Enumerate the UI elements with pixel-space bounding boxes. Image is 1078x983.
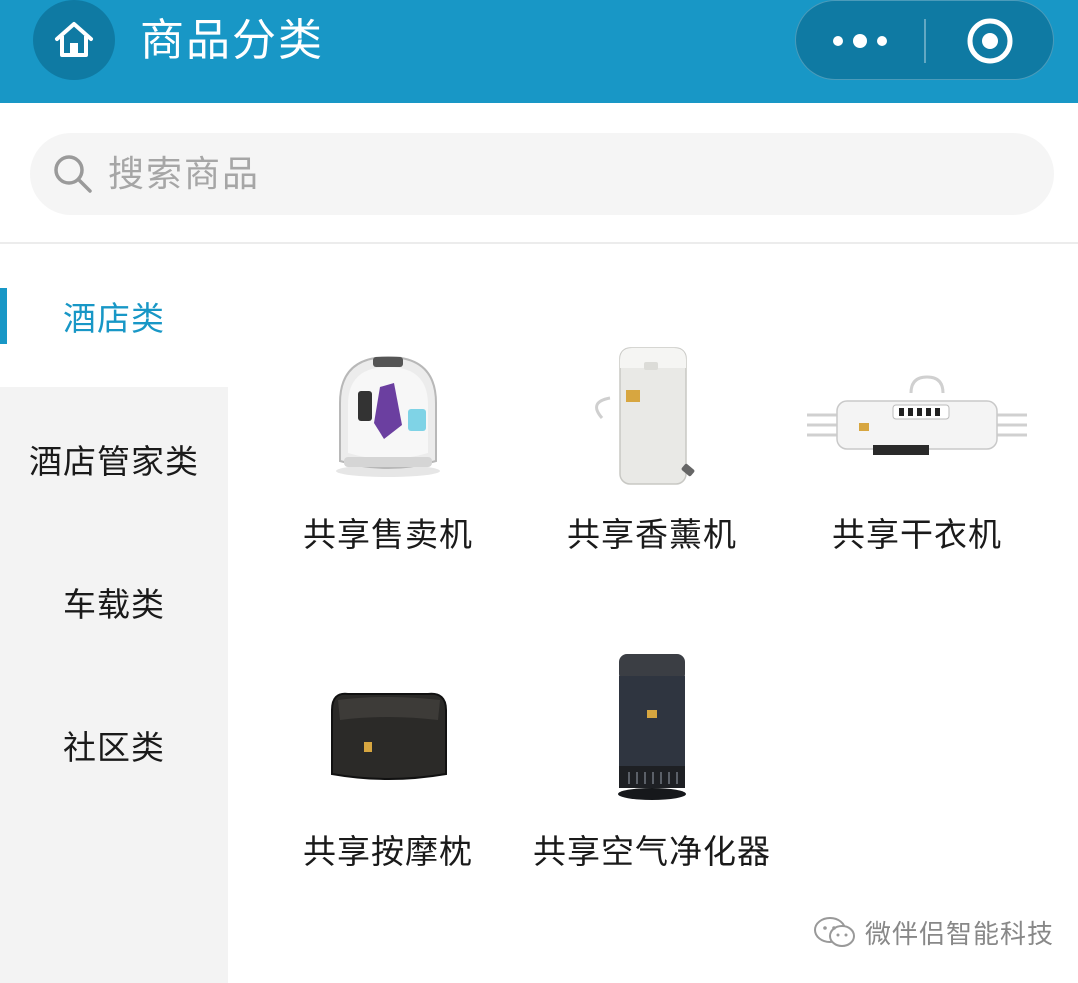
watermark: 微伴侣智能科技 (813, 914, 1054, 951)
massage-pillow-image (278, 650, 498, 810)
more-dots-icon (833, 36, 843, 46)
sidebar-item-hotel-butler[interactable]: 酒店管家类 (0, 387, 228, 530)
product-name: 共享按摩枕 (303, 832, 473, 871)
sidebar-item-label: 酒店管家类 (29, 441, 199, 481)
sidebar-item-label: 酒店类 (63, 298, 165, 338)
product-card[interactable]: 共享售卖机 (268, 333, 508, 555)
mini-program-close-icon (967, 18, 1013, 64)
sidebar-item-vehicle[interactable]: 车载类 (0, 530, 228, 673)
watermark-text: 微伴侣智能科技 (865, 920, 1055, 950)
search-area: 搜索商品 (0, 103, 1078, 243)
header-bar: 商品分类 (0, 0, 1078, 103)
sidebar-item-community[interactable]: 社区类 (0, 673, 228, 816)
category-sidebar: 酒店类 酒店管家类 车载类 社区类 (0, 244, 228, 983)
vending-machine-image (278, 333, 498, 493)
active-indicator (0, 288, 7, 344)
product-card[interactable]: 共享香薰机 (532, 333, 772, 555)
product-card[interactable]: 共享干衣机 (797, 333, 1037, 555)
home-button[interactable] (33, 0, 115, 80)
sidebar-background (0, 816, 228, 983)
search-placeholder: 搜索商品 (108, 154, 261, 195)
product-name: 共享售卖机 (303, 515, 473, 554)
close-button[interactable] (926, 1, 1054, 81)
sidebar-item-label: 社区类 (63, 727, 165, 767)
search-input[interactable]: 搜索商品 (30, 133, 1054, 215)
wechat-official-account-icon (814, 916, 855, 947)
mini-program-capsule (795, 0, 1054, 80)
clothes-dryer-image (807, 333, 1027, 493)
page-title: 商品分类 (140, 15, 324, 66)
product-name: 共享香薰机 (567, 515, 737, 554)
aroma-diffuser-image (542, 333, 762, 493)
page: 商品分类 搜索商品 酒店类 酒店管家类 车载类 社区类 共享售卖机 共享香薰机 … (0, 0, 1078, 983)
product-name: 共享空气净化器 (533, 832, 771, 871)
sidebar-item-label: 车载类 (63, 584, 165, 624)
search-icon (54, 155, 92, 193)
air-purifier-image (542, 650, 762, 810)
product-card[interactable]: 共享按摩枕 (268, 650, 508, 872)
product-card[interactable]: 共享空气净化器 (532, 650, 772, 872)
more-button[interactable] (796, 1, 924, 81)
home-icon (55, 22, 93, 57)
product-name: 共享干衣机 (832, 515, 1002, 554)
sidebar-item-hotel[interactable]: 酒店类 (0, 244, 228, 387)
